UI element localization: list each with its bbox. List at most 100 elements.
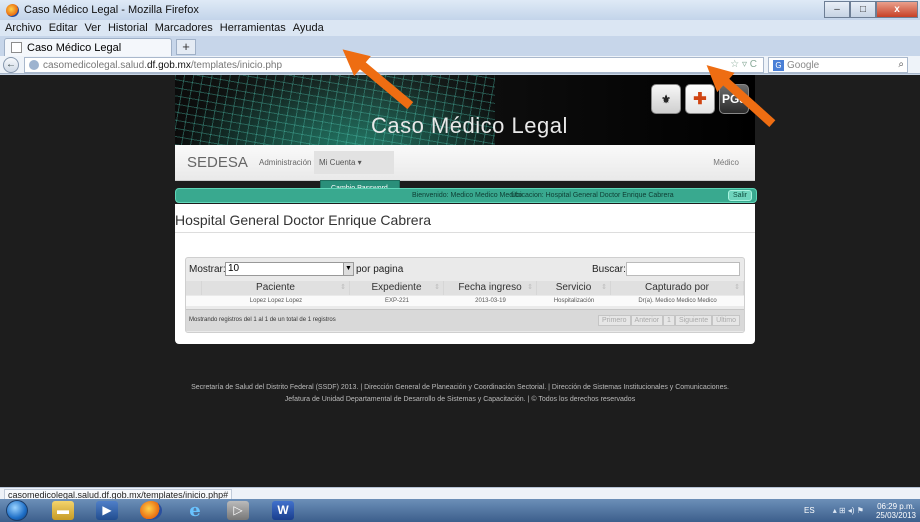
globe-icon bbox=[29, 60, 39, 70]
window-controls: – □ x bbox=[824, 1, 918, 18]
media-player-icon[interactable]: ▶ bbox=[96, 501, 118, 520]
word-icon[interactable]: W bbox=[272, 501, 294, 520]
location-text: Ubicacion: Hospital General Doctor Enriq… bbox=[511, 192, 674, 199]
page-size-select[interactable]: 10 ▼ bbox=[225, 262, 354, 276]
records-table: Mostrar: 10 ▼ por pagina Buscar: Pacient… bbox=[185, 257, 745, 333]
pager-previous[interactable]: Anterior bbox=[630, 315, 664, 326]
table-header: Paciente ⇕ Expediente ⇕ Fecha ingreso ⇕ Ser… bbox=[186, 281, 744, 295]
navigation-bar: ← casomedicolegal.salud. df.gob.mx/templa… bbox=[0, 56, 920, 74]
column-header-expediente[interactable]: Expediente ⇕ bbox=[350, 281, 444, 295]
cell-paciente: Lopez Lopez Lopez bbox=[249, 298, 303, 304]
system-tray: ES ▴ ⊞ ◂) ⚑ 06:29 p.m. 25/03/2013 bbox=[804, 499, 920, 522]
column-header-servicio[interactable]: Servicio ⇕ bbox=[537, 281, 611, 295]
new-tab-button[interactable]: + bbox=[176, 39, 196, 55]
per-page-label: por pagina bbox=[356, 264, 404, 275]
user-role: Médico bbox=[713, 158, 739, 167]
pager-last[interactable]: Último bbox=[712, 315, 740, 326]
page-size-label: Mostrar: bbox=[189, 264, 226, 275]
site-banner: Caso Médico Legal ⚜ ✚ PGJ bbox=[175, 75, 755, 145]
app-navbar: SEDESA Administración ▾ Mi Cuenta ▾ Médi… bbox=[175, 145, 755, 181]
pagination: Primero Anterior 1 Siguiente Último bbox=[598, 315, 740, 326]
shield-logo-icon: ⚜ bbox=[651, 84, 681, 114]
clock-date: 25/03/2013 bbox=[875, 510, 916, 520]
url-path: /templates/inicio.php bbox=[190, 59, 283, 71]
url-bar[interactable]: casomedicolegal.salud. df.gob.mx/template… bbox=[24, 57, 764, 73]
tray-icons[interactable]: ▴ ⊞ ◂) ⚑ bbox=[833, 506, 864, 515]
cell-expediente: EXP-221 bbox=[384, 298, 409, 304]
sort-icon: ⇕ bbox=[527, 284, 533, 291]
cell-capturado-por: Dr(a). Medico Medico Medico bbox=[638, 298, 717, 304]
sedesa-logo-icon: ✚ bbox=[685, 84, 715, 114]
cell-fecha-ingreso: 2013-03-19 bbox=[475, 298, 506, 304]
menu-administracion[interactable]: Administración ▾ bbox=[259, 158, 318, 167]
page-icon bbox=[11, 42, 22, 53]
site-brand: Caso Médico Legal bbox=[371, 113, 568, 138]
main-content: Hospital General Doctor Enrique Cabrera … bbox=[175, 204, 755, 344]
bookmark-reload-icons[interactable]: ☆ ▿ C bbox=[730, 59, 757, 70]
tab-caso-medico-legal[interactable]: Caso Médico Legal bbox=[4, 38, 172, 56]
page-viewport: Caso Médico Legal ⚜ ✚ PGJ SEDESA Adminis… bbox=[0, 75, 920, 487]
session-infobar: Bienvenido: Medico Medico Medico Ubicaci… bbox=[175, 188, 757, 203]
search-input[interactable] bbox=[626, 262, 740, 276]
window-titlebar: Caso Médico Legal - Mozilla Firefox – □ … bbox=[0, 0, 920, 20]
welcome-text: Bienvenido: Medico Medico Medico bbox=[412, 192, 523, 199]
search-label: Buscar: bbox=[592, 264, 626, 275]
app-icon[interactable]: ▷ bbox=[227, 501, 249, 520]
sort-icon: ⇕ bbox=[434, 284, 440, 291]
menu-herramientas[interactable]: Herramientas bbox=[220, 22, 286, 34]
menu-ver[interactable]: Ver bbox=[84, 22, 101, 34]
sort-icon: ⇕ bbox=[734, 284, 740, 291]
url-domain: df.gob.mx bbox=[146, 59, 191, 71]
clock-time: 06:29 p.m. bbox=[877, 501, 915, 511]
page-title: Hospital General Doctor Enrique Cabrera bbox=[175, 212, 432, 228]
language-indicator[interactable]: ES bbox=[804, 506, 815, 515]
search-placeholder: Google bbox=[787, 59, 820, 71]
search-icon[interactable]: ⌕ bbox=[898, 59, 904, 70]
window-title: Caso Médico Legal - Mozilla Firefox bbox=[24, 4, 199, 16]
menubar: Archivo Editar Ver Historial Marcadores … bbox=[0, 20, 920, 36]
app-brand[interactable]: SEDESA bbox=[187, 154, 248, 171]
logout-button[interactable]: Salir bbox=[728, 190, 752, 201]
taskbar: ▬ ▶ e ▷ W ES ▴ ⊞ ◂) ⚑ 06:29 p.m. 25/03/2… bbox=[0, 499, 920, 522]
menu-marcadores[interactable]: Marcadores bbox=[155, 22, 213, 34]
table-row[interactable]: Lopez Lopez Lopez EXP-221 2013-03-19 Hos… bbox=[186, 296, 744, 306]
google-icon: G bbox=[773, 59, 784, 71]
minimize-button[interactable]: – bbox=[824, 1, 850, 18]
footer-line-2: Jefatura de Unidad Departamental de Desa… bbox=[284, 396, 636, 403]
column-header-capturado-por[interactable]: Capturado por ⇕ bbox=[611, 281, 744, 295]
internet-explorer-icon[interactable]: e bbox=[184, 501, 206, 520]
page-size-value: 10 bbox=[228, 263, 240, 274]
maximize-button[interactable]: □ bbox=[850, 1, 876, 18]
header-spacer bbox=[186, 281, 202, 295]
chevron-down-icon: ▼ bbox=[343, 263, 353, 275]
search-bar[interactable]: G Google ⌕ bbox=[768, 57, 908, 73]
firefox-taskbar-icon[interactable] bbox=[140, 501, 162, 520]
clock[interactable]: 06:29 p.m. 25/03/2013 bbox=[876, 502, 916, 520]
pager-page-1[interactable]: 1 bbox=[663, 315, 675, 326]
row-spacer bbox=[186, 296, 202, 306]
pager-next[interactable]: Siguiente bbox=[674, 315, 713, 326]
back-button[interactable]: ← bbox=[3, 57, 19, 73]
sort-icon: ⇕ bbox=[601, 284, 607, 291]
footer-line-1: Secretaría de Salud del Distrito Federal… bbox=[191, 384, 729, 391]
status-bar: casomedicolegal.salud.df.gob.mx/template… bbox=[0, 487, 920, 501]
menu-ayuda[interactable]: Ayuda bbox=[293, 22, 324, 34]
menu-archivo[interactable]: Archivo bbox=[5, 22, 42, 34]
start-button[interactable] bbox=[6, 500, 28, 521]
sort-icon: ⇕ bbox=[340, 284, 346, 291]
firefox-logo-icon bbox=[6, 3, 19, 17]
tabbar: Caso Médico Legal + bbox=[0, 36, 920, 56]
url-prefix: casomedicolegal.salud. bbox=[43, 59, 147, 71]
table-footer: Mostrando registros del 1 al 1 de un tot… bbox=[186, 309, 744, 331]
column-header-paciente[interactable]: Paciente ⇕ bbox=[202, 281, 350, 295]
pager-first[interactable]: Primero bbox=[598, 315, 631, 326]
column-header-fecha-ingreso[interactable]: Fecha ingreso ⇕ bbox=[444, 281, 537, 295]
menu-editar[interactable]: Editar bbox=[49, 22, 78, 34]
menu-historial[interactable]: Historial bbox=[108, 22, 148, 34]
cell-servicio: Hospitalización bbox=[553, 298, 595, 304]
divider bbox=[175, 232, 755, 233]
close-button[interactable]: x bbox=[876, 1, 918, 18]
menu-mi-cuenta[interactable]: Mi Cuenta ▾ bbox=[314, 151, 394, 174]
tab-label: Caso Médico Legal bbox=[27, 41, 122, 54]
explorer-icon[interactable]: ▬ bbox=[52, 501, 74, 520]
